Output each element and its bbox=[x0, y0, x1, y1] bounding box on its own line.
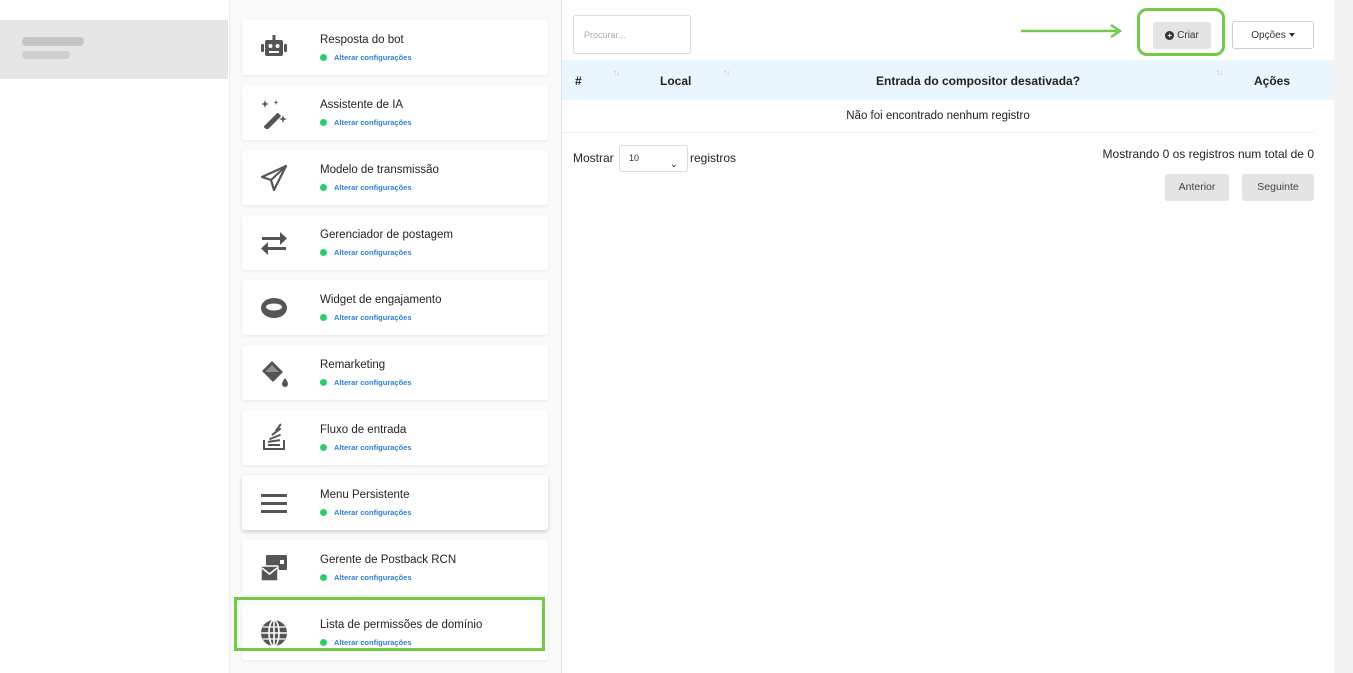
settings-menu-panel: Resposta do bot Alterar configurações As… bbox=[229, 0, 562, 673]
menu-card-rcn-postback-manager[interactable]: Gerente de Postback RCN Alterar configur… bbox=[242, 540, 548, 595]
status-dot bbox=[320, 184, 327, 191]
status-dot bbox=[320, 444, 327, 451]
column-header-actions: Ações bbox=[1254, 74, 1291, 88]
change-settings-link[interactable]: Alterar configurações bbox=[320, 443, 412, 452]
change-settings-link[interactable]: Alterar configurações bbox=[320, 183, 412, 192]
change-settings-link[interactable]: Alterar configurações bbox=[320, 248, 412, 257]
records-label: registros bbox=[690, 151, 737, 165]
ring-icon bbox=[261, 298, 287, 318]
mail-box-icon bbox=[260, 555, 287, 582]
table-empty-row: Não foi encontrado nenhum registro bbox=[562, 100, 1314, 133]
menu-card-title: Remarketing bbox=[320, 359, 386, 371]
table-header: # ↑↓ Local ↑↓ Entrada do compositor desa… bbox=[562, 60, 1334, 100]
menu-card-title: Gerente de Postback RCN bbox=[320, 554, 457, 566]
chevron-down-icon: ⌄ bbox=[669, 159, 678, 170]
account-id-blurred bbox=[22, 51, 70, 59]
change-settings-link[interactable]: Alterar configurações bbox=[320, 508, 412, 517]
status-dot bbox=[320, 509, 327, 516]
menu-card-remarketing[interactable]: Remarketing Alterar configurações bbox=[242, 345, 548, 400]
column-header-composer-disabled[interactable]: Entrada do compositor desativada? bbox=[876, 74, 1080, 88]
scrollbar-track[interactable] bbox=[1334, 0, 1353, 673]
change-settings-link[interactable]: Alterar configurações bbox=[320, 313, 412, 322]
change-settings-link[interactable]: Alterar configurações bbox=[320, 53, 412, 62]
account-switcher[interactable] bbox=[0, 20, 228, 79]
column-header-number[interactable]: # bbox=[575, 74, 582, 88]
menu-card-engagement-widget[interactable]: Widget de engajamento Alterar configuraç… bbox=[242, 280, 548, 335]
menu-card-broadcast-template[interactable]: Modelo de transmissão Alterar configuraç… bbox=[242, 150, 548, 205]
menu-card-title: Gerenciador de postagem bbox=[320, 229, 453, 241]
plus-circle-icon: + bbox=[1165, 31, 1175, 40]
menu-bars-icon bbox=[261, 494, 287, 513]
status-dot bbox=[320, 379, 327, 386]
highlight-box-domain-allowlist bbox=[234, 597, 545, 651]
next-page-button[interactable]: Seguinte bbox=[1242, 174, 1314, 201]
pagination-info: Mostrando 0 os registros num total de 0 bbox=[1102, 147, 1314, 161]
search-input[interactable] bbox=[573, 15, 691, 54]
status-dot bbox=[320, 574, 327, 581]
previous-page-button[interactable]: Anterior bbox=[1165, 174, 1229, 201]
menu-card-ai-assistant[interactable]: Assistente de IA Alterar configurações bbox=[242, 85, 548, 140]
page-length-select[interactable]: 10 ⌄ bbox=[619, 145, 688, 172]
robot-icon bbox=[261, 35, 287, 56]
change-settings-link[interactable]: Alterar configurações bbox=[320, 378, 412, 387]
change-settings-link[interactable]: Alterar configurações bbox=[320, 573, 412, 582]
magic-wand-icon bbox=[261, 100, 287, 129]
sort-icon[interactable]: ↑↓ bbox=[1216, 68, 1223, 77]
menu-card-title: Assistente de IA bbox=[320, 99, 404, 111]
status-dot bbox=[320, 119, 327, 126]
menu-card-title: Fluxo de entrada bbox=[320, 424, 407, 436]
status-dot bbox=[320, 314, 327, 321]
menu-card-persistent-menu[interactable]: Menu Persistente Alterar configurações bbox=[242, 475, 548, 530]
sort-icon[interactable]: ↑↓ bbox=[723, 68, 730, 77]
show-label: Mostrar bbox=[573, 151, 614, 165]
exchange-arrows-icon bbox=[261, 232, 287, 255]
stack-icon bbox=[263, 423, 285, 450]
menu-card-bot-response[interactable]: Resposta do bot Alterar configurações bbox=[242, 20, 548, 75]
paper-plane-icon bbox=[260, 164, 288, 192]
menu-card-title: Menu Persistente bbox=[320, 489, 410, 501]
create-button[interactable]: + Criar bbox=[1153, 22, 1211, 49]
options-button[interactable]: Opções bbox=[1232, 21, 1314, 49]
annotation-arrow-icon bbox=[1021, 23, 1123, 39]
paint-bucket-icon bbox=[262, 361, 288, 387]
menu-card-inbound-flow[interactable]: Fluxo de entrada Alterar configurações bbox=[242, 410, 548, 465]
menu-card-post-manager[interactable]: Gerenciador de postagem Alterar configur… bbox=[242, 215, 548, 270]
sort-icon[interactable]: ↑↓ bbox=[613, 68, 620, 77]
menu-card-title: Widget de engajamento bbox=[320, 294, 442, 306]
menu-card-title: Resposta do bot bbox=[320, 34, 404, 46]
change-settings-link[interactable]: Alterar configurações bbox=[320, 118, 412, 127]
caret-down-icon bbox=[1288, 33, 1295, 37]
account-name-blurred bbox=[22, 37, 84, 46]
status-dot bbox=[320, 249, 327, 256]
menu-card-title: Modelo de transmissão bbox=[320, 164, 439, 176]
main-content: + Criar Opções # ↑↓ Local ↑↓ Entrada do … bbox=[562, 0, 1334, 673]
status-dot bbox=[320, 54, 327, 61]
column-header-local[interactable]: Local bbox=[660, 74, 691, 88]
